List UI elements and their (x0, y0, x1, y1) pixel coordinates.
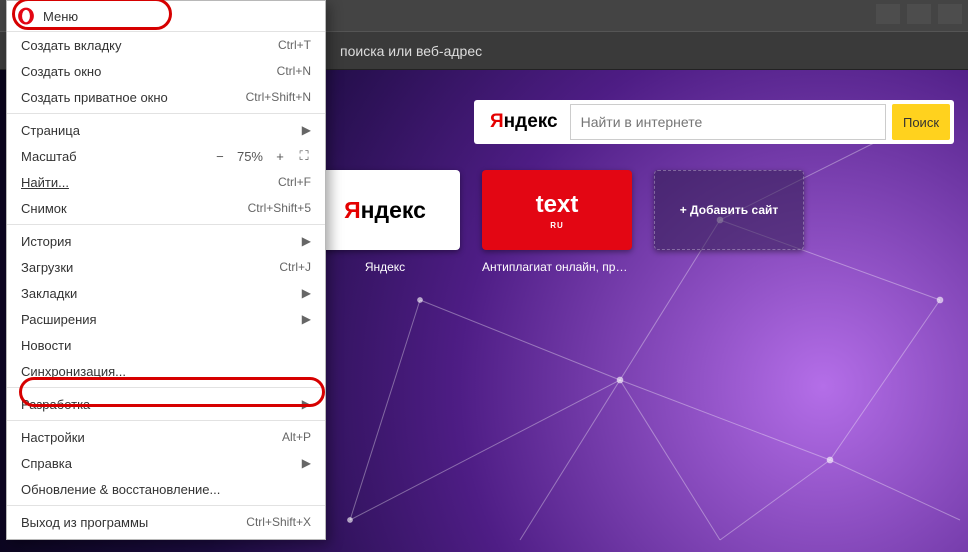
window-close-button[interactable] (938, 4, 962, 24)
menu-downloads[interactable]: Загрузки Ctrl+J (7, 254, 325, 280)
menu-update-restore[interactable]: Обновление & восстановление... (7, 476, 325, 502)
menu-extensions[interactable]: Расширения▶ (7, 306, 325, 332)
menu-news[interactable]: Новости (7, 332, 325, 358)
speed-dial-row: Яндекс Яндекс text RU Антиплагиат онлайн… (310, 170, 804, 274)
menu-bookmarks[interactable]: Закладки▶ (7, 280, 325, 306)
tile-add-site[interactable]: + Добавить сайт (654, 170, 804, 274)
menu-developer[interactable]: Разработка▶ (7, 391, 325, 417)
zoom-out-button[interactable]: − (213, 149, 227, 164)
menu-new-tab[interactable]: Создать вкладку Ctrl+T (7, 32, 325, 58)
menu-header: Меню (7, 1, 325, 32)
menu-help[interactable]: Справка▶ (7, 450, 325, 476)
tile-yandex[interactable]: Яндекс Яндекс (310, 170, 460, 274)
menu-find[interactable]: Найти... Ctrl+F (7, 169, 325, 195)
fullscreen-icon[interactable]: ⛶ (297, 148, 311, 164)
yandex-search-bar: Яндекс Поиск (474, 100, 954, 144)
menu-page[interactable]: Страница▶ (7, 117, 325, 143)
yandex-logo-y: Я (490, 111, 504, 133)
menu-zoom[interactable]: Масштаб − 75% + ⛶ (7, 143, 325, 169)
search-input[interactable] (570, 104, 886, 140)
menu-history[interactable]: История▶ (7, 228, 325, 254)
window-maximize-button[interactable] (907, 4, 931, 24)
opera-main-menu: Меню Создать вкладку Ctrl+T Создать окно… (6, 0, 326, 540)
menu-new-private[interactable]: Создать приватное окно Ctrl+Shift+N (7, 84, 325, 110)
tile-textru[interactable]: text RU Антиплагиат онлайн, провер... (482, 170, 632, 274)
address-bar-placeholder-fragment: поиска или веб-адрес (340, 43, 482, 59)
yandex-logo: Яндекс (478, 111, 570, 133)
window-minimize-button[interactable] (876, 4, 900, 24)
search-button[interactable]: Поиск (892, 104, 950, 140)
menu-sync[interactable]: Синхронизация... (7, 358, 325, 384)
opera-icon (17, 7, 35, 25)
menu-settings[interactable]: Настройки Alt+P (7, 424, 325, 450)
menu-new-window[interactable]: Создать окно Ctrl+N (7, 58, 325, 84)
menu-exit[interactable]: Выход из программы Ctrl+Shift+X (7, 509, 325, 535)
zoom-in-button[interactable]: + (273, 149, 287, 164)
zoom-value: 75% (237, 149, 263, 164)
menu-snapshot[interactable]: Снимок Ctrl+Shift+5 (7, 195, 325, 221)
